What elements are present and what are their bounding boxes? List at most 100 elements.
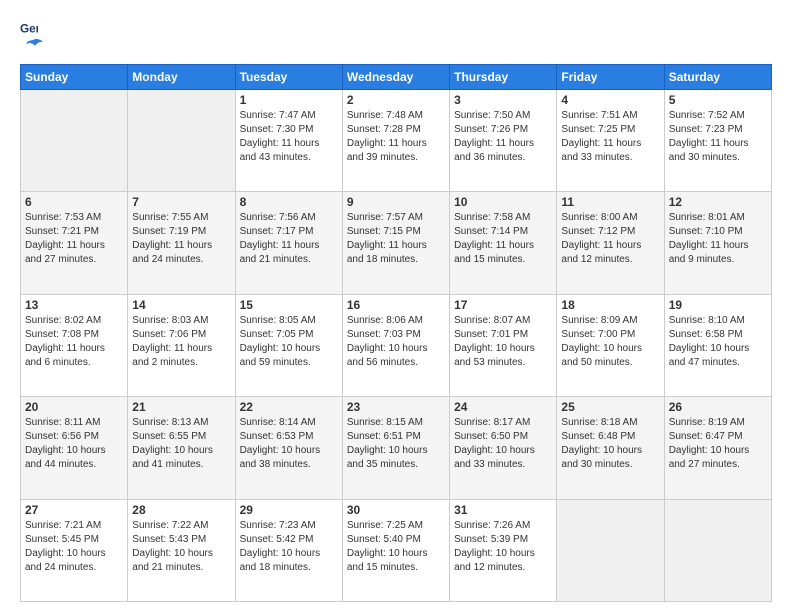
day-info: Sunrise: 8:01 AM Sunset: 7:10 PM Dayligh… [669,211,767,267]
logo: General [20,20,46,54]
calendar-cell: 18 Sunrise: 8:09 AM Sunset: 7:00 PM Dayli… [557,294,664,396]
calendar-cell: 14 Sunrise: 8:03 AM Sunset: 7:06 PM Dayli… [128,294,235,396]
day-number: 13 [25,298,123,312]
day-info: Sunrise: 7:25 AM Sunset: 5:40 PM Dayligh… [347,519,445,575]
day-number: 25 [561,400,659,414]
weekday-header-row: SundayMondayTuesdayWednesdayThursdayFrid… [21,65,772,90]
day-number: 15 [240,298,338,312]
day-number: 7 [132,195,230,209]
day-info: Sunrise: 8:07 AM Sunset: 7:01 PM Dayligh… [454,314,552,370]
calendar-cell: 31 Sunrise: 7:26 AM Sunset: 5:39 PM Dayli… [450,499,557,601]
day-info: Sunrise: 8:02 AM Sunset: 7:08 PM Dayligh… [25,314,123,370]
day-info: Sunrise: 8:00 AM Sunset: 7:12 PM Dayligh… [561,211,659,267]
calendar-cell: 16 Sunrise: 8:06 AM Sunset: 7:03 PM Dayli… [342,294,449,396]
day-number: 21 [132,400,230,414]
day-info: Sunrise: 8:03 AM Sunset: 7:06 PM Dayligh… [132,314,230,370]
day-info: Sunrise: 8:09 AM Sunset: 7:00 PM Dayligh… [561,314,659,370]
day-info: Sunrise: 7:26 AM Sunset: 5:39 PM Dayligh… [454,519,552,575]
svg-text:General: General [20,23,38,36]
day-number: 16 [347,298,445,312]
calendar-cell: 27 Sunrise: 7:21 AM Sunset: 5:45 PM Dayli… [21,499,128,601]
calendar-cell: 4 Sunrise: 7:51 AM Sunset: 7:25 PM Daylig… [557,90,664,192]
weekday-friday: Friday [557,65,664,90]
calendar-week-2: 6 Sunrise: 7:53 AM Sunset: 7:21 PM Daylig… [21,192,772,294]
day-info: Sunrise: 7:47 AM Sunset: 7:30 PM Dayligh… [240,109,338,165]
day-number: 30 [347,503,445,517]
calendar-cell: 11 Sunrise: 8:00 AM Sunset: 7:12 PM Dayli… [557,192,664,294]
day-info: Sunrise: 7:52 AM Sunset: 7:23 PM Dayligh… [669,109,767,165]
day-number: 26 [669,400,767,414]
calendar-cell: 23Sunrise: 8:15 AM Sunset: 6:51 PM Dayli… [342,397,449,499]
calendar-week-4: 20Sunrise: 8:11 AM Sunset: 6:56 PM Dayli… [21,397,772,499]
calendar-cell: 20Sunrise: 8:11 AM Sunset: 6:56 PM Dayli… [21,397,128,499]
day-info: Sunrise: 7:50 AM Sunset: 7:26 PM Dayligh… [454,109,552,165]
calendar-cell: 3 Sunrise: 7:50 AM Sunset: 7:26 PM Daylig… [450,90,557,192]
day-info: Sunrise: 8:06 AM Sunset: 7:03 PM Dayligh… [347,314,445,370]
calendar-cell: 7 Sunrise: 7:55 AM Sunset: 7:19 PM Daylig… [128,192,235,294]
day-number: 6 [25,195,123,209]
calendar-cell: 2 Sunrise: 7:48 AM Sunset: 7:28 PM Daylig… [342,90,449,192]
day-number: 11 [561,195,659,209]
weekday-tuesday: Tuesday [235,65,342,90]
day-info: Sunrise: 8:14 AM Sunset: 6:53 PM Dayligh… [240,416,338,472]
header: General [20,20,772,54]
day-number: 22 [240,400,338,414]
calendar-cell: 21 Sunrise: 8:13 AM Sunset: 6:55 PM Dayli… [128,397,235,499]
day-info: Sunrise: 7:48 AM Sunset: 7:28 PM Dayligh… [347,109,445,165]
day-number: 19 [669,298,767,312]
day-number: 3 [454,93,552,107]
day-info: Sunrise: 7:23 AM Sunset: 5:42 PM Dayligh… [240,519,338,575]
day-info: Sunrise: 8:13 AM Sunset: 6:55 PM Dayligh… [132,416,230,472]
day-number: 28 [132,503,230,517]
weekday-monday: Monday [128,65,235,90]
day-number: 24 [454,400,552,414]
day-number: 2 [347,93,445,107]
calendar-cell [21,90,128,192]
day-number: 5 [669,93,767,107]
weekday-saturday: Saturday [664,65,771,90]
day-number: 31 [454,503,552,517]
calendar-cell: 5 Sunrise: 7:52 AM Sunset: 7:23 PM Daylig… [664,90,771,192]
calendar-week-1: 1Sunrise: 7:47 AM Sunset: 7:30 PM Daylig… [21,90,772,192]
day-info: Sunrise: 8:19 AM Sunset: 6:47 PM Dayligh… [669,416,767,472]
calendar-cell: 22 Sunrise: 8:14 AM Sunset: 6:53 PM Dayli… [235,397,342,499]
calendar-cell: 29 Sunrise: 7:23 AM Sunset: 5:42 PM Dayli… [235,499,342,601]
day-info: Sunrise: 7:56 AM Sunset: 7:17 PM Dayligh… [240,211,338,267]
day-info: Sunrise: 7:22 AM Sunset: 5:43 PM Dayligh… [132,519,230,575]
day-info: Sunrise: 7:55 AM Sunset: 7:19 PM Dayligh… [132,211,230,267]
calendar-table: SundayMondayTuesdayWednesdayThursdayFrid… [20,64,772,602]
day-info: Sunrise: 8:11 AM Sunset: 6:56 PM Dayligh… [25,416,123,472]
calendar-cell: 26 Sunrise: 8:19 AM Sunset: 6:47 PM Dayli… [664,397,771,499]
day-number: 29 [240,503,338,517]
day-info: Sunrise: 7:57 AM Sunset: 7:15 PM Dayligh… [347,211,445,267]
day-info: Sunrise: 7:51 AM Sunset: 7:25 PM Dayligh… [561,109,659,165]
calendar-cell: 1Sunrise: 7:47 AM Sunset: 7:30 PM Daylig… [235,90,342,192]
day-number: 10 [454,195,552,209]
day-number: 23 [347,400,445,414]
calendar-week-5: 27 Sunrise: 7:21 AM Sunset: 5:45 PM Dayli… [21,499,772,601]
logo-icon: General [20,20,38,38]
calendar-cell: 10Sunrise: 7:58 AM Sunset: 7:14 PM Dayli… [450,192,557,294]
weekday-thursday: Thursday [450,65,557,90]
day-number: 18 [561,298,659,312]
weekday-wednesday: Wednesday [342,65,449,90]
calendar-cell [128,90,235,192]
calendar-cell: 24Sunrise: 8:17 AM Sunset: 6:50 PM Dayli… [450,397,557,499]
day-number: 4 [561,93,659,107]
day-number: 17 [454,298,552,312]
calendar-cell [664,499,771,601]
day-number: 14 [132,298,230,312]
day-info: Sunrise: 7:21 AM Sunset: 5:45 PM Dayligh… [25,519,123,575]
day-number: 8 [240,195,338,209]
calendar-cell: 28 Sunrise: 7:22 AM Sunset: 5:43 PM Dayli… [128,499,235,601]
day-info: Sunrise: 7:53 AM Sunset: 7:21 PM Dayligh… [25,211,123,267]
calendar-cell: 19Sunrise: 8:10 AM Sunset: 6:58 PM Dayli… [664,294,771,396]
calendar-cell: 25Sunrise: 8:18 AM Sunset: 6:48 PM Dayli… [557,397,664,499]
page: General SundayMondayTuesdayWednesdayThur… [0,0,792,612]
logo-bird-icon [23,38,43,54]
calendar-cell: 13 Sunrise: 8:02 AM Sunset: 7:08 PM Dayli… [21,294,128,396]
day-number: 27 [25,503,123,517]
day-number: 9 [347,195,445,209]
calendar-cell: 12Sunrise: 8:01 AM Sunset: 7:10 PM Dayli… [664,192,771,294]
calendar-cell: 15Sunrise: 8:05 AM Sunset: 7:05 PM Dayli… [235,294,342,396]
